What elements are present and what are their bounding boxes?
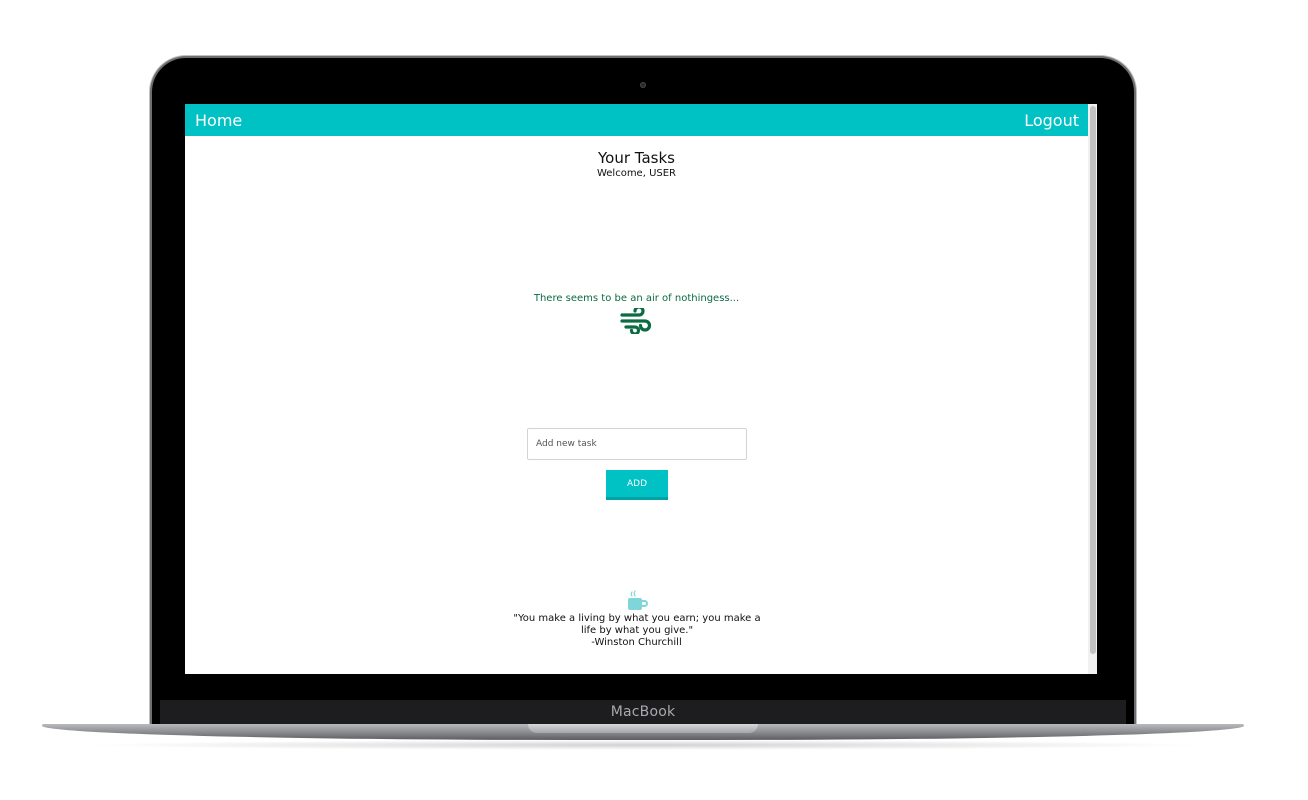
camera-icon [640, 82, 646, 88]
logout-link[interactable]: Logout [1024, 111, 1079, 130]
welcome-text: Welcome, USER [596, 168, 677, 179]
page-scrollbar[interactable] [1088, 104, 1097, 674]
browser-viewport: Home Logout Your Tasks Welcome, USER The… [185, 104, 1097, 674]
home-link[interactable]: Home [195, 111, 242, 130]
add-task-button[interactable]: ADD [606, 470, 668, 500]
laptop-brand-label: MacBook [610, 704, 676, 720]
laptop-mockup: Home Logout Your Tasks Welcome, USER The… [0, 0, 1308, 800]
scrollbar-thumb[interactable] [1090, 106, 1096, 654]
laptop-chin: MacBook [160, 700, 1126, 724]
navbar: Home Logout [185, 104, 1088, 136]
laptop-base-notch [528, 724, 758, 733]
page-title: Your Tasks [598, 149, 675, 167]
quote-text: "You make a living by what you earn; you… [513, 613, 761, 636]
wind-icon [620, 308, 652, 334]
empty-state-message: There seems to be an air of nothingess..… [533, 293, 740, 304]
laptop-shadow [80, 740, 1206, 750]
coffee-cup-icon [628, 590, 648, 610]
main-content: Your Tasks Welcome, USER There seems to … [185, 136, 1088, 674]
quote-author: -Winston Churchill [591, 637, 682, 648]
new-task-input[interactable] [527, 428, 747, 460]
